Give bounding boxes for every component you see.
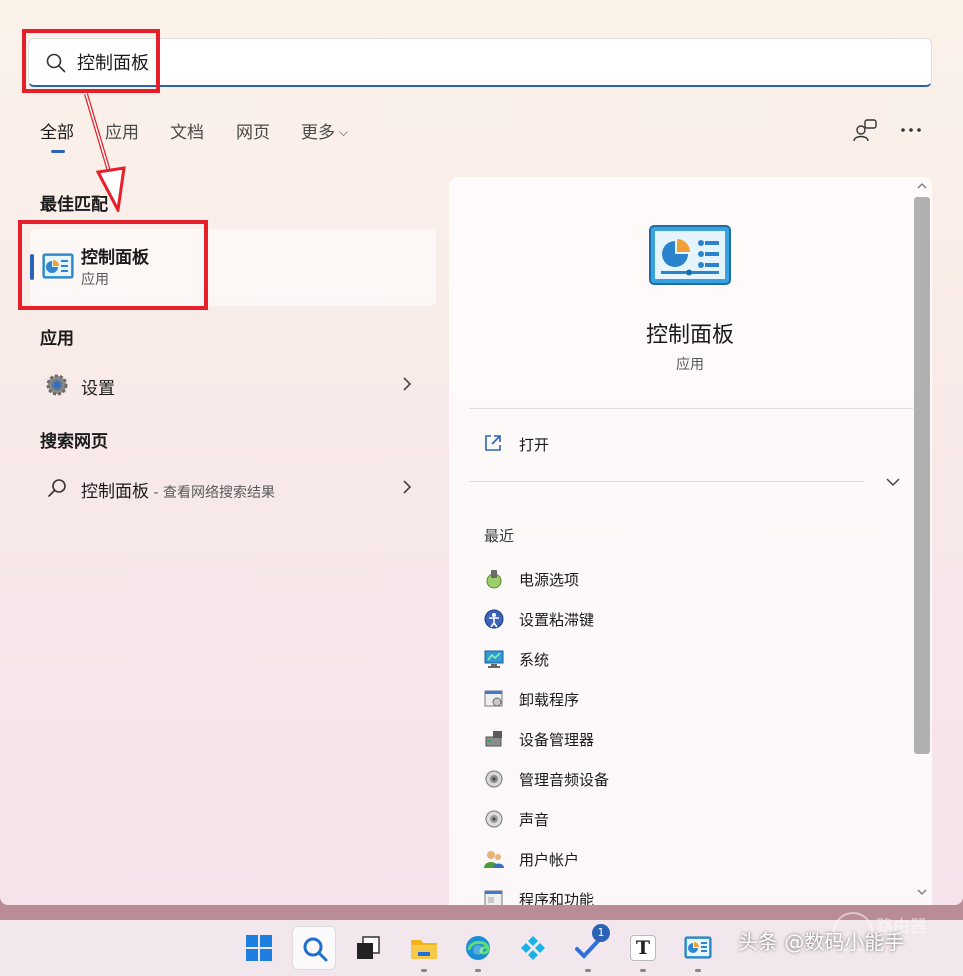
tab-web[interactable]: 网页 [236, 118, 270, 143]
detail-title: 控制面板 [645, 323, 734, 348]
system-monitor-icon [484, 650, 504, 668]
search-box[interactable] [28, 38, 932, 87]
web-search-heading: 搜索网页 [40, 432, 108, 452]
taskbar-file-explorer[interactable] [402, 926, 446, 970]
best-match-subtitle: 应用 [81, 272, 109, 288]
task-view-icon [357, 936, 380, 959]
open-external-icon [485, 435, 501, 451]
recent-item-label: 管理音频设备 [519, 771, 610, 789]
recent-heading: 最近 [484, 527, 515, 545]
recent-item-label: 卸载程序 [519, 691, 580, 709]
running-indicator [640, 969, 646, 972]
recent-item-label: 程序和功能 [519, 891, 595, 905]
file-explorer-icon [411, 940, 437, 959]
recent-item-power-options[interactable]: 电源选项 [469, 561, 889, 597]
detail-panel: 控制面板 应用 打开 最近 电源选项 设置粘滞键 系统 卸载程序 设备管理器 管… [449, 177, 932, 905]
tab-documents[interactable]: 文档 [170, 118, 204, 143]
running-indicator [421, 969, 427, 972]
running-indicator [475, 969, 481, 972]
recent-item-user-accounts[interactable]: 用户帐户 [469, 841, 889, 877]
sound-icon [485, 810, 503, 828]
user-accounts-icon [484, 851, 504, 868]
settings-gear-icon [46, 374, 68, 396]
best-match-item[interactable]: 控制面板 应用 [30, 229, 436, 306]
typora-icon: T [630, 935, 656, 961]
detail-subtitle: 应用 [676, 357, 704, 373]
web-search-item[interactable]: 控制面板 - 查看网络搜索结果 [30, 465, 436, 511]
scroll-up-arrow-icon[interactable] [916, 181, 928, 191]
apps-heading: 应用 [40, 329, 74, 349]
open-label: 打开 [519, 436, 550, 454]
taskbar-todo[interactable]: 1 [566, 924, 610, 970]
chevron-right-icon [403, 377, 412, 391]
recent-item-label: 电源选项 [519, 571, 580, 589]
recent-item-label: 设备管理器 [519, 731, 595, 749]
recent-item-audio-devices[interactable]: 管理音频设备 [469, 761, 889, 797]
start-icon [246, 935, 272, 961]
control-panel-icon [684, 936, 712, 959]
running-indicator [695, 969, 701, 972]
chevron-right-icon [403, 480, 412, 494]
recent-item-uninstall-program[interactable]: 卸载程序 [469, 681, 889, 717]
divider [469, 481, 864, 482]
taskbar-edge[interactable] [456, 926, 500, 970]
divider [469, 408, 913, 409]
chevron-down-icon: ⌵ [339, 125, 349, 139]
detail-scrollbar[interactable] [912, 177, 932, 905]
app-item-settings[interactable]: 设置 [30, 362, 436, 408]
edge-browser-icon [466, 936, 490, 960]
recent-item-label: 用户帐户 [519, 851, 580, 869]
active-tab-indicator [51, 150, 65, 153]
recent-item-label: 设置粘滞键 [519, 611, 595, 629]
search-input[interactable] [77, 47, 897, 77]
taskbar-search[interactable] [292, 926, 336, 970]
tab-more-label: 更多 [301, 123, 335, 143]
taskbar-kodi[interactable] [511, 926, 555, 970]
recent-item-label: 声音 [519, 811, 550, 829]
notification-badge: 1 [592, 924, 610, 942]
selection-indicator [30, 254, 34, 280]
best-match-title: 控制面板 [81, 248, 149, 268]
app-item-label: 设置 [81, 379, 115, 399]
best-match-heading: 最佳匹配 [40, 195, 108, 215]
uninstall-program-icon [484, 690, 503, 707]
sticky-keys-icon [484, 609, 504, 629]
watermark-primary: 头条 @数码小能手 [738, 930, 905, 954]
tab-all[interactable]: 全部 [40, 118, 74, 143]
control-panel-icon [649, 225, 731, 285]
scroll-down-arrow-icon[interactable] [916, 887, 928, 897]
open-button[interactable]: 打开 [469, 424, 864, 464]
web-search-hint: - 查看网络搜索结果 [149, 485, 275, 501]
more-options-icon[interactable] [898, 117, 924, 143]
recent-item-device-manager[interactable]: 设备管理器 [469, 721, 889, 757]
recent-item-sticky-keys[interactable]: 设置粘滞键 [469, 601, 889, 637]
programs-features-icon [484, 890, 503, 905]
recent-item-system[interactable]: 系统 [469, 641, 889, 677]
audio-device-icon [485, 770, 503, 788]
taskbar-start[interactable] [237, 926, 281, 970]
recent-item-sound[interactable]: 声音 [469, 801, 889, 837]
device-manager-icon [485, 731, 502, 747]
kodi-icon [521, 936, 545, 960]
recent-item-programs-features[interactable]: 程序和功能 [469, 881, 889, 905]
power-options-icon [486, 570, 502, 589]
search-icon [48, 479, 66, 497]
scrollbar-thumb[interactable] [914, 197, 930, 754]
tab-apps[interactable]: 应用 [105, 118, 139, 143]
chevron-down-icon[interactable] [885, 475, 901, 489]
taskbar-typora[interactable]: T [621, 926, 665, 970]
search-icon [303, 937, 328, 962]
running-indicator [585, 969, 591, 972]
recent-item-label: 系统 [519, 651, 550, 669]
search-window: 全部 应用 文档 网页 更多 ⌵ 最佳匹配 控制面板 应用 应用 [0, 0, 963, 905]
people-icon[interactable] [852, 117, 878, 143]
taskbar-task-view[interactable] [346, 926, 390, 970]
taskbar-control-panel[interactable] [676, 926, 720, 970]
control-panel-icon [42, 253, 74, 279]
tab-more[interactable]: 更多 ⌵ [301, 118, 348, 143]
web-search-label: 控制面板 [81, 482, 149, 502]
search-icon [46, 53, 66, 73]
